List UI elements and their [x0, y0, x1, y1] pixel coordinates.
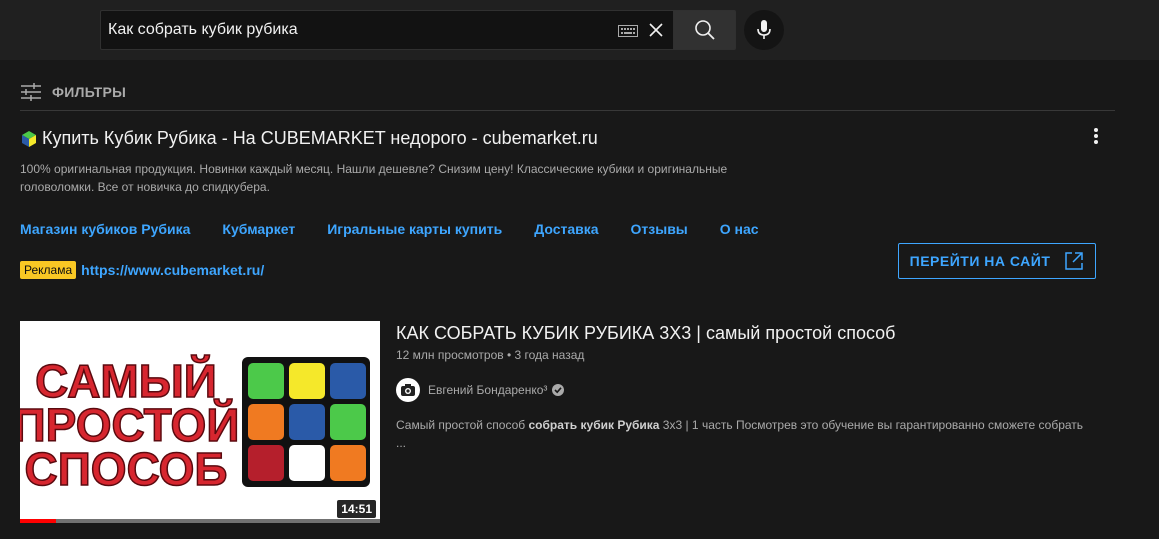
ad-title-text: Купить Кубик Рубика - На CUBEMARKET недо… — [42, 128, 598, 148]
external-link-icon — [1065, 252, 1084, 270]
video-meta: 12 млн просмотров • 3 года назад — [396, 348, 584, 362]
thumbnail-text-line3: СПОСОБ — [25, 443, 228, 495]
desc-highlight: собрать кубик Рубика — [528, 418, 660, 432]
cube-tile — [248, 445, 284, 481]
desc-prefix: Самый простой способ — [396, 418, 529, 432]
video-views: 12 млн просмотров — [396, 348, 504, 362]
cube-tile — [289, 404, 325, 440]
search-box[interactable] — [100, 10, 674, 50]
sitelink-delivery[interactable]: Доставка — [534, 221, 598, 237]
video-duration: 14:51 — [337, 500, 376, 518]
cube-tile — [289, 363, 325, 399]
ad-sitelinks: Магазин кубиков Рубика Кубмаркет Игральн… — [20, 221, 791, 237]
watch-progress-fill — [20, 519, 56, 523]
sitelink-reviews[interactable]: Отзывы — [631, 221, 688, 237]
channel-avatar[interactable] — [396, 378, 420, 402]
ad-url-row: Реклама https://www.cubemarket.ru/ — [20, 261, 264, 279]
channel-name: Евгений Бондаренко³ — [428, 383, 548, 397]
filter-sliders-icon — [21, 83, 41, 101]
voice-search-button[interactable] — [744, 10, 784, 50]
meta-separator: • — [506, 348, 512, 362]
video-age: 3 года назад — [514, 348, 585, 362]
search-icon — [694, 20, 715, 40]
video-thumbnail[interactable]: САМЫЙ ПРОСТОЙ СПОСОБ 14:51 — [20, 321, 380, 523]
cube-favicon-icon — [22, 130, 36, 147]
sitelink-cubemarket[interactable]: Кубмаркет — [222, 221, 295, 237]
divider — [20, 110, 1115, 111]
more-options-icon[interactable] — [1084, 124, 1108, 148]
top-bar — [0, 0, 1159, 60]
verified-check-icon — [552, 384, 565, 396]
video-description: Самый простой способ собрать кубик Рубик… — [396, 416, 1086, 452]
thumbnail-artwork: САМЫЙ ПРОСТОЙ СПОСОБ — [20, 354, 370, 496]
filters-button[interactable]: ФИЛЬТРЫ — [20, 82, 126, 102]
watch-progress-track — [20, 519, 380, 523]
keyboard-icon[interactable] — [618, 24, 638, 42]
channel-link[interactable]: Евгений Бондаренко³ — [396, 378, 565, 402]
camera-logo-icon — [401, 384, 415, 396]
sitelink-shop[interactable]: Магазин кубиков Рубика — [20, 221, 190, 237]
filters-label: ФИЛЬТРЫ — [52, 84, 127, 100]
ad-title[interactable]: Купить Кубик Рубика - На CUBEMARKET недо… — [20, 128, 598, 149]
search-input[interactable] — [108, 11, 608, 49]
cube-tile — [330, 404, 366, 440]
clear-search-icon[interactable] — [647, 21, 665, 44]
cube-tile — [289, 445, 325, 481]
sitelink-playing-cards[interactable]: Игральные карты купить — [327, 221, 502, 237]
search-button[interactable] — [673, 10, 736, 50]
sitelink-about[interactable]: О нас — [720, 221, 759, 237]
ad-url-link[interactable]: https://www.cubemarket.ru/ — [81, 262, 264, 278]
microphone-icon — [757, 20, 771, 39]
visit-site-button[interactable]: ПЕРЕЙТИ НА САЙТ — [898, 243, 1096, 279]
cube-tile — [330, 363, 366, 399]
cube-tile — [248, 404, 284, 440]
ad-badge: Реклама — [20, 261, 77, 279]
cube-tile — [330, 445, 366, 481]
video-title[interactable]: КАК СОБРАТЬ КУБИК РУБИКА 3Х3 | самый про… — [396, 323, 896, 344]
visit-site-label: ПЕРЕЙТИ НА САЙТ — [909, 253, 1051, 269]
ad-description: 100% оригинальная продукция. Новинки каж… — [20, 162, 728, 194]
cube-tile — [248, 363, 284, 399]
